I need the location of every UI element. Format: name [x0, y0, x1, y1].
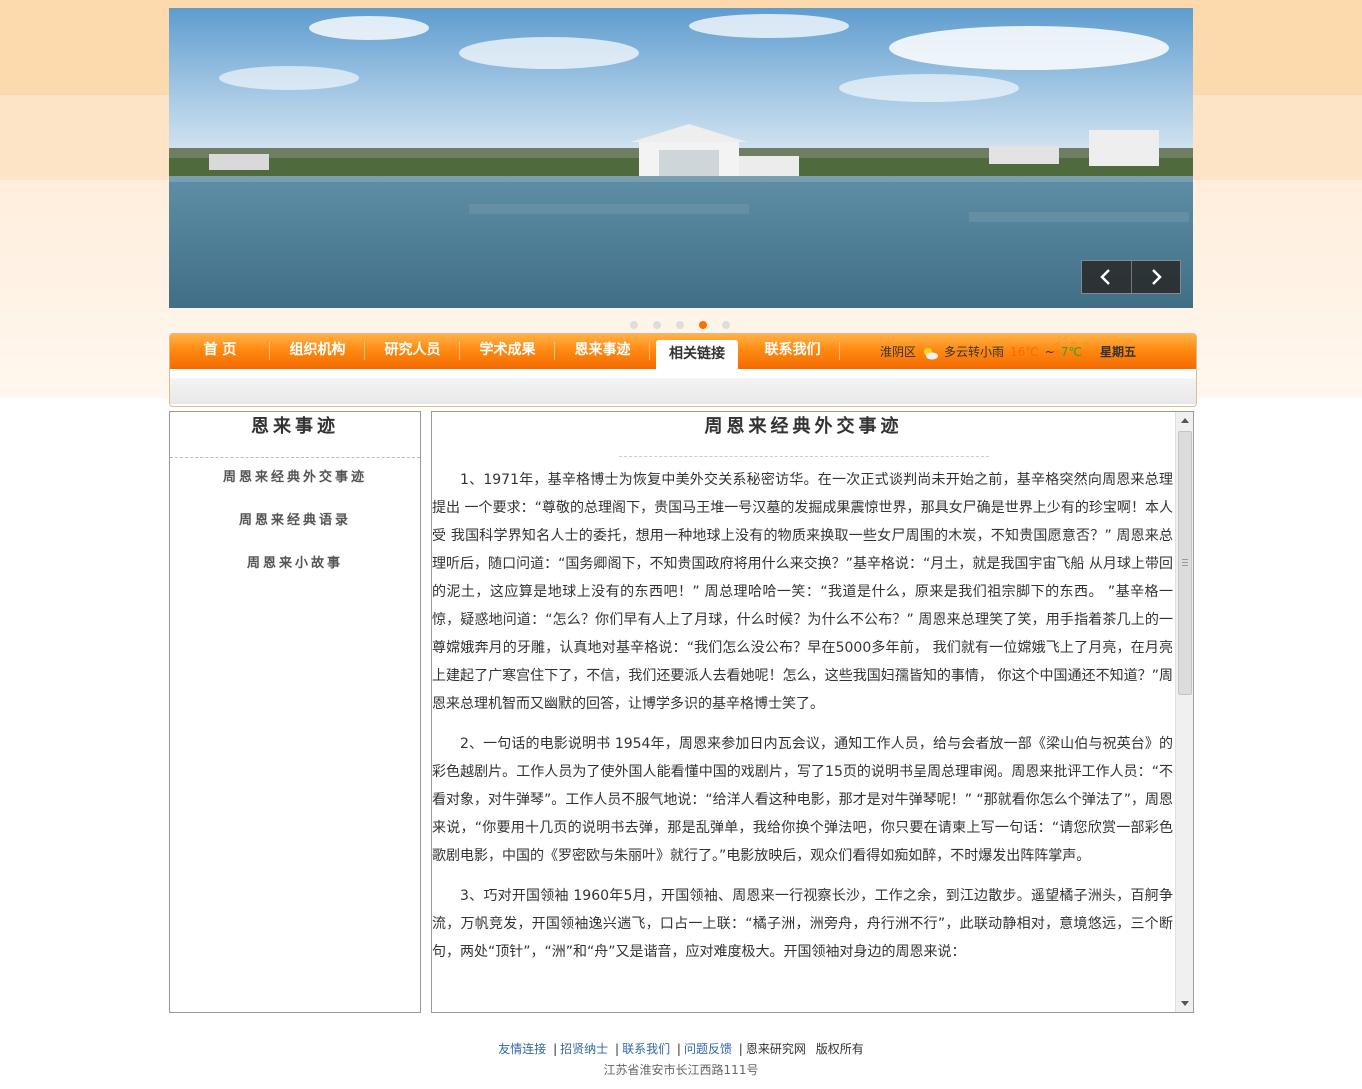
footer-link-friends[interactable]: 友情连接 [498, 1042, 546, 1056]
article-paragraph: 1、1971年，基辛格博士为恢复中美外交关系秘密访华。在一次正式谈判尚未开始之前… [432, 472, 1173, 712]
nav-item-organization[interactable]: 组织机构 [270, 334, 365, 369]
article-content: 周恩来经典外交事迹 1、1971年，基辛格博士为恢复中美外交关系秘密访华。在一次… [432, 412, 1175, 1012]
banner-slideshow[interactable] [169, 8, 1193, 308]
slide-indicators [630, 321, 730, 329]
nav-item-achievements[interactable]: 学术成果 [460, 334, 555, 369]
nav-item-deeds[interactable]: 恩来事迹 [555, 334, 650, 369]
chevron-right-icon [1151, 269, 1162, 285]
footer-link-contact[interactable]: 联系我们 [622, 1042, 670, 1056]
sub-navigation-bar [170, 378, 1196, 404]
nav-item-related-links[interactable]: 相关链接 [656, 340, 738, 369]
chevron-left-icon [1100, 269, 1111, 285]
nav-item-researchers[interactable]: 研究人员 [365, 334, 460, 369]
slide-dot[interactable] [653, 321, 661, 329]
article-scrollbar[interactable] [1175, 412, 1193, 1012]
next-slide-button[interactable] [1130, 261, 1180, 293]
sidebar-item-diplomacy[interactable]: 周恩来经典外交事迹 [170, 466, 420, 495]
footer-site-name: 恩来研究网 [745, 1042, 806, 1056]
slide-dot[interactable] [722, 321, 730, 329]
nav-item-contact[interactable]: 联系我们 [745, 334, 840, 369]
banner-controls [1081, 260, 1181, 294]
footer-link-feedback[interactable]: 问题反馈 [684, 1042, 732, 1056]
article-paragraph: 3、巧对开国领袖 1960年5月，开国领袖、周恩来一行视察长沙，工作之余，到江边… [432, 888, 1173, 960]
article-paragraph: 2、一句话的电影说明书 1954年，周恩来参加日内瓦会议，通知工作人员，给与会者… [432, 736, 1173, 864]
weather-district: 淮阴区 [880, 344, 917, 359]
main-navigation: 首 页 组织机构 研究人员 学术成果 恩来事迹 相关链接 联系我们 淮阴区 多云… [169, 333, 1197, 407]
banner-image [169, 8, 1193, 308]
slide-dot[interactable] [630, 321, 638, 329]
sidebar-item-quotes[interactable]: 周恩来经典语录 [170, 509, 420, 538]
weather-low: 7℃ [1060, 344, 1082, 359]
sidebar-title: 恩来事迹 [170, 412, 420, 458]
footer-link-recruit[interactable]: 招贤纳士 [560, 1042, 608, 1056]
partly-cloudy-icon [924, 347, 939, 359]
slide-dot-active[interactable] [699, 321, 707, 329]
weather-high: 16℃ [1010, 344, 1039, 359]
triangle-up-icon [1180, 418, 1189, 423]
weather-tilde: ~ [1044, 344, 1055, 359]
menu: 首 页 组织机构 研究人员 学术成果 恩来事迹 相关链接 联系我们 [170, 334, 840, 369]
triangle-down-icon [1180, 1001, 1189, 1006]
scroll-down-button[interactable] [1176, 995, 1193, 1012]
article-panel: 周恩来经典外交事迹 1、1971年，基辛格博士为恢复中美外交关系秘密访华。在一次… [431, 411, 1194, 1013]
weather-widget: 淮阴区 多云转小雨 16℃ ~ 7℃ 星期五 [880, 334, 1136, 369]
article-title: 周恩来经典外交事迹 [704, 416, 903, 437]
footer: 友情连接 | 招贤纳士 | 联系我们 | 问题反馈 | 恩来研究网 版权所有 江苏省淮安… [0, 1040, 1362, 1078]
sidebar-item-stories[interactable]: 周恩来小故事 [170, 552, 420, 581]
footer-links: 友情连接 | 招贤纳士 | 联系我们 | 问题反馈 | 恩来研究网 版权所有 [498, 1042, 864, 1056]
prev-slide-button[interactable] [1082, 261, 1131, 293]
scroll-up-button[interactable] [1176, 412, 1193, 429]
scrollbar-thumb[interactable] [1178, 431, 1192, 695]
sidebar: 恩来事迹 周恩来经典外交事迹 周恩来经典语录 周恩来小故事 [169, 411, 421, 1013]
footer-copyright: 版权所有 [815, 1042, 864, 1056]
slide-dot[interactable] [676, 321, 684, 329]
title-divider [618, 456, 989, 457]
weather-condition: 多云转小雨 [944, 344, 1005, 359]
footer-address: 江苏省淮安市长江西路111号 [603, 1063, 759, 1077]
nav-item-home[interactable]: 首 页 [170, 334, 270, 369]
weekday: 星期五 [1099, 344, 1136, 359]
